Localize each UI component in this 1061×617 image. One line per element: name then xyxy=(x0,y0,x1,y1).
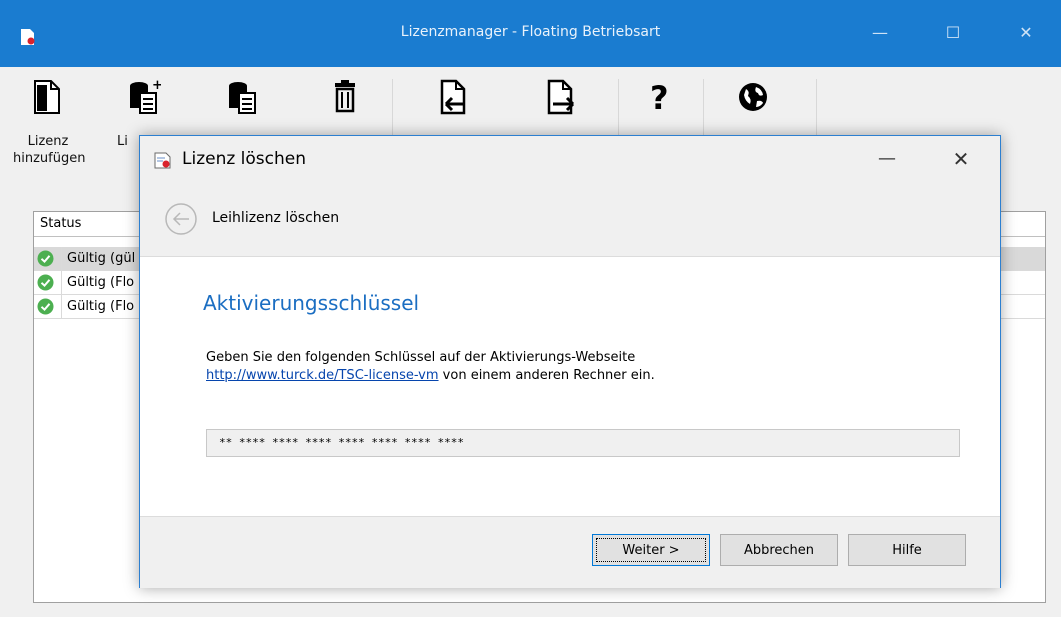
help-button-label: Hilfe xyxy=(892,543,922,558)
back-arrow-icon[interactable] xyxy=(164,202,198,236)
export-button[interactable] xyxy=(525,77,595,117)
instruction-text: Geben Sie den folgenden Schlüssel auf de… xyxy=(206,350,636,365)
export-icon xyxy=(547,79,575,115)
activation-key-field[interactable]: ** **** **** **** **** **** **** **** xyxy=(206,429,960,457)
content-heading: Aktivierungsschlüssel xyxy=(203,291,420,315)
add-license-button[interactable]: Lizenz hinzufügen xyxy=(13,77,86,167)
add-license-label-2: hinzufügen xyxy=(13,151,86,166)
import-button[interactable] xyxy=(418,77,488,117)
wizard-header: Leihlizenz löschen xyxy=(140,184,1000,257)
import-icon xyxy=(440,79,466,115)
license-stack-button[interactable] xyxy=(208,77,278,117)
toolbar-separator xyxy=(618,79,619,143)
dialog-footer: Weiter > Abbrechen Hilfe xyxy=(140,516,1000,588)
close-button[interactable]: ✕ xyxy=(1006,18,1046,48)
delete-license-dialog: Lizenz löschen — ✕ Leihlizenz löschen Ak… xyxy=(139,135,1001,588)
dialog-title: Lizenz löschen xyxy=(182,149,307,169)
focus-rectangle xyxy=(596,538,706,562)
status-cell: Gültig (gül xyxy=(61,247,135,270)
dialog-titlebar: Lizenz löschen — ✕ xyxy=(140,136,1000,184)
dialog-close-button[interactable]: ✕ xyxy=(946,144,976,174)
svg-text:?: ? xyxy=(650,79,669,117)
minimize-button[interactable]: — xyxy=(860,18,900,48)
wizard-step-title: Leihlizenz löschen xyxy=(212,210,340,226)
cancel-button[interactable]: Abbrechen xyxy=(720,534,838,566)
main-titlebar: Lizenzmanager - Floating Betriebsart — ☐… xyxy=(0,0,1061,67)
license-stack-icon xyxy=(229,82,256,114)
status-cell: Gültig (Flo xyxy=(61,295,134,318)
check-circle-icon xyxy=(37,274,54,291)
add-license-icon xyxy=(34,80,60,114)
license-stack-add-icon: + xyxy=(130,78,161,114)
trash-icon xyxy=(335,80,355,113)
toolbar-separator xyxy=(392,79,393,143)
delete-license-button[interactable] xyxy=(310,77,380,117)
status-cell: Gültig (Flo xyxy=(61,271,134,294)
globe-icon xyxy=(739,83,767,111)
instruction-text-line2: http://www.turck.de/TSC-license-vm von e… xyxy=(206,368,655,383)
next-button[interactable]: Weiter > xyxy=(592,534,710,566)
dialog-minimize-button[interactable]: — xyxy=(872,144,902,174)
add-license-label-1: Lizenz xyxy=(27,134,69,149)
web-button[interactable] xyxy=(718,77,788,117)
toolbar-separator xyxy=(703,79,704,143)
svg-text:+: + xyxy=(152,78,161,93)
window-title: Lizenzmanager - Floating Betriebsart xyxy=(400,24,661,40)
check-circle-icon xyxy=(37,250,54,267)
instruction-text-rest: von einem anderen Rechner ein. xyxy=(438,368,655,383)
cancel-button-label: Abbrechen xyxy=(743,543,815,558)
license-certificate-icon xyxy=(154,152,171,169)
help-toolbar-button[interactable]: ? xyxy=(624,77,694,117)
check-circle-icon xyxy=(37,298,54,315)
activation-key-value: ** **** **** **** **** **** **** **** xyxy=(219,436,465,449)
help-button[interactable]: Hilfe xyxy=(848,534,966,566)
column-header-status[interactable]: Status xyxy=(40,216,81,231)
activation-website-link[interactable]: http://www.turck.de/TSC-license-vm xyxy=(206,368,439,383)
help-icon: ? xyxy=(650,79,669,117)
toolbar-separator xyxy=(816,79,817,143)
maximize-button[interactable]: ☐ xyxy=(933,18,973,48)
